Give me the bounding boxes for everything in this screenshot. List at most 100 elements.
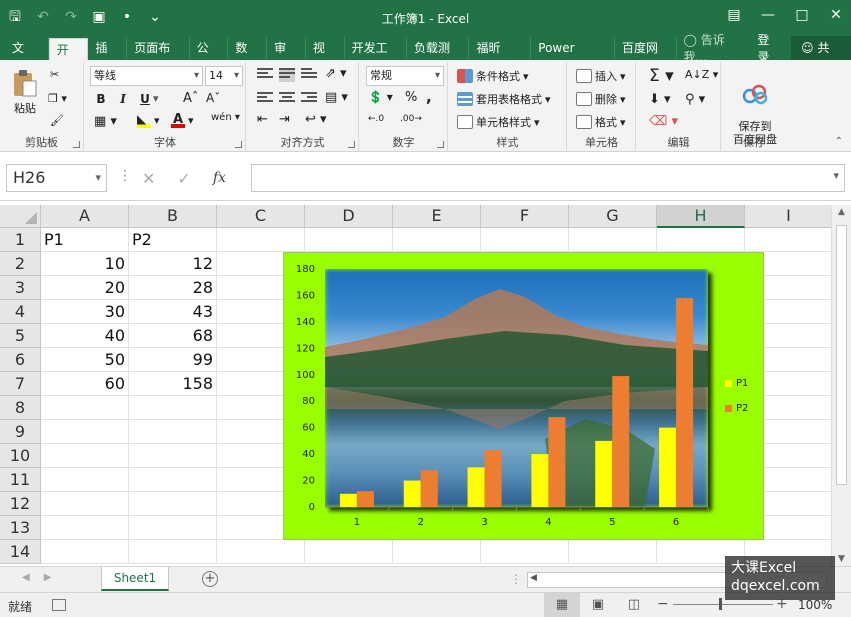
- tab-power-pivot[interactable]: Power Pivot: [531, 37, 616, 77]
- tab-view[interactable]: 视图: [306, 37, 345, 77]
- cell-b8[interactable]: [129, 396, 217, 420]
- clipboard-launcher-icon[interactable]: [73, 141, 80, 148]
- font-name-select[interactable]: 等线: [90, 66, 203, 86]
- zoom-level[interactable]: 100%: [798, 598, 832, 612]
- sheet-nav-arrows-icon[interactable]: ◀▶: [22, 572, 65, 583]
- cell-b6[interactable]: 99: [129, 348, 217, 372]
- scroll-left-icon[interactable]: ◀: [530, 573, 537, 583]
- cell-a11[interactable]: [41, 468, 129, 492]
- fill-icon[interactable]: ⬇ ▾: [649, 92, 671, 107]
- cell-b12[interactable]: [129, 492, 217, 516]
- cell-b11[interactable]: [129, 468, 217, 492]
- bar-p2-5[interactable]: [612, 376, 630, 507]
- cell-a10[interactable]: [41, 444, 129, 468]
- cell-a3[interactable]: 20: [41, 276, 129, 300]
- tab-load-test[interactable]: 负载测试: [407, 37, 470, 77]
- select-all-button[interactable]: [0, 205, 41, 228]
- cell-a5[interactable]: 40: [41, 324, 129, 348]
- share-button[interactable]: ☺ 共享: [791, 36, 851, 79]
- column-header-h[interactable]: H: [657, 205, 745, 228]
- bar-p2-2[interactable]: [420, 469, 438, 507]
- bar-p2-3[interactable]: [484, 450, 502, 507]
- decrease-font-size-icon[interactable]: Aˇ: [206, 91, 220, 105]
- scroll-up-icon[interactable]: ▲: [832, 207, 851, 217]
- cell-g1[interactable]: [569, 228, 657, 252]
- cell-b14[interactable]: [129, 540, 217, 564]
- bar-p1-5[interactable]: [595, 440, 613, 507]
- cell-b2[interactable]: 12: [129, 252, 217, 276]
- zoom-slider-thumb[interactable]: [719, 598, 722, 610]
- top-align-icon[interactable]: [257, 68, 273, 82]
- bar-p1-6[interactable]: [659, 427, 677, 507]
- bar-p1-2[interactable]: [403, 480, 421, 507]
- cell-a13[interactable]: [41, 516, 129, 540]
- delete-cells-button[interactable]: 删除 ▾: [576, 91, 626, 107]
- wrap-text-icon[interactable]: ↩ ▾: [305, 112, 327, 127]
- cut-icon[interactable]: ✂: [50, 68, 59, 81]
- column-header-i[interactable]: I: [745, 205, 833, 228]
- conditional-formatting-button[interactable]: 条件格式 ▾: [457, 68, 529, 84]
- tab-foxit-pdf[interactable]: 福昕PDF: [469, 37, 532, 77]
- embedded-chart[interactable]: 0 20 40 60 80 100 120 140 160 180 1 2 3 4 5 6 P1 P2: [283, 252, 764, 540]
- zoom-slider-track[interactable]: [673, 604, 773, 605]
- cell-a1[interactable]: P1: [41, 228, 129, 252]
- column-header-f[interactable]: F: [481, 205, 569, 228]
- column-header-g[interactable]: G: [569, 205, 657, 228]
- ribbon-display-options-icon[interactable]: ▤: [719, 0, 749, 32]
- cell-h1[interactable]: [657, 228, 745, 252]
- cell-a14[interactable]: [41, 540, 129, 564]
- align-left-icon[interactable]: [257, 92, 273, 106]
- underline-button[interactable]: U: [136, 90, 154, 108]
- name-box[interactable]: H26: [6, 164, 107, 192]
- cell-b1[interactable]: P2: [129, 228, 217, 252]
- insert-function-button[interactable]: fx: [213, 170, 226, 186]
- row-header-12[interactable]: 12: [0, 492, 41, 516]
- middle-align-icon[interactable]: [279, 68, 295, 82]
- tab-formulas[interactable]: 公式: [190, 37, 229, 77]
- phonetic-icon[interactable]: wén ▾: [211, 112, 240, 123]
- row-header-2[interactable]: 2: [0, 252, 41, 276]
- tab-page-layout[interactable]: 页面布局: [127, 37, 190, 77]
- page-break-view-icon[interactable]: ◫: [616, 593, 652, 617]
- vertical-scroll-thumb[interactable]: [836, 225, 847, 485]
- row-header-6[interactable]: 6: [0, 348, 41, 372]
- cell-a12[interactable]: [41, 492, 129, 516]
- tab-split-handle-icon[interactable]: ⋮: [510, 572, 522, 586]
- bar-p1-1[interactable]: [339, 493, 357, 507]
- cell-b10[interactable]: [129, 444, 217, 468]
- cell-f14[interactable]: [481, 540, 569, 564]
- number-launcher-icon[interactable]: [437, 141, 444, 148]
- cell-b7[interactable]: 158: [129, 372, 217, 396]
- column-header-b[interactable]: B: [129, 205, 217, 228]
- orientation-icon[interactable]: ⇗ ▾: [325, 66, 347, 81]
- italic-button[interactable]: I: [114, 90, 132, 108]
- cell-b4[interactable]: 43: [129, 300, 217, 324]
- row-header-3[interactable]: 3: [0, 276, 41, 300]
- bar-p2-6[interactable]: [676, 298, 694, 507]
- cell-a8[interactable]: [41, 396, 129, 420]
- cell-a9[interactable]: [41, 420, 129, 444]
- align-right-icon[interactable]: [301, 92, 317, 106]
- tab-review[interactable]: 审阅: [267, 37, 306, 77]
- alignment-launcher-icon[interactable]: [348, 141, 355, 148]
- normal-view-icon[interactable]: ▦: [544, 593, 580, 617]
- sort-filter-icon[interactable]: A↓Z ▾: [685, 68, 718, 81]
- tab-file[interactable]: 文件: [0, 37, 49, 77]
- bold-button[interactable]: B: [92, 90, 110, 108]
- find-select-icon[interactable]: ⚲ ▾: [685, 92, 705, 107]
- decrease-indent-icon[interactable]: ⇤: [257, 112, 268, 127]
- formula-input[interactable]: [251, 164, 845, 192]
- row-header-13[interactable]: 13: [0, 516, 41, 540]
- font-size-select[interactable]: 14: [205, 66, 243, 86]
- minimize-icon[interactable]: —: [753, 0, 783, 32]
- format-painter-icon[interactable]: 🖌: [50, 114, 64, 127]
- comma-style-button[interactable]: ,: [426, 88, 432, 106]
- column-header-d[interactable]: D: [305, 205, 393, 228]
- accounting-format-icon[interactable]: 💲 ▾: [368, 90, 393, 104]
- align-center-icon[interactable]: [279, 92, 295, 106]
- font-color-icon[interactable]: A ▾: [171, 112, 194, 128]
- row-header-1[interactable]: 1: [0, 228, 41, 252]
- cell-c14[interactable]: [217, 540, 305, 564]
- number-format-select[interactable]: 常规: [366, 66, 444, 86]
- cell-a6[interactable]: 50: [41, 348, 129, 372]
